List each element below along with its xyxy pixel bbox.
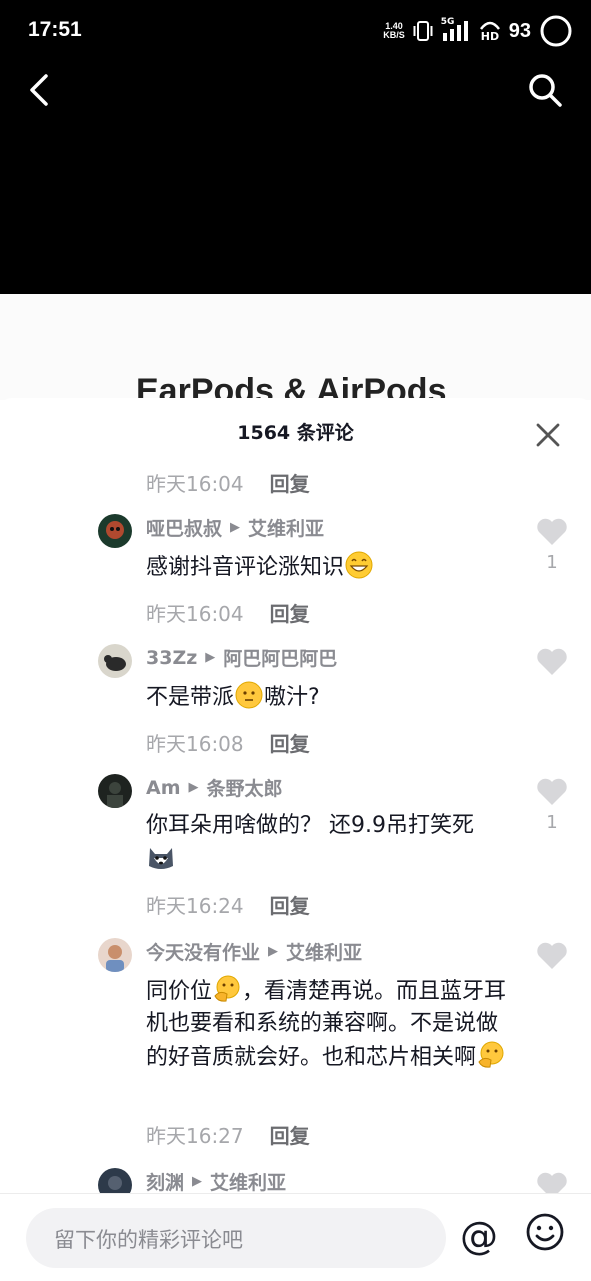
comment-meta: 昨天16:04 回复 [146, 598, 310, 627]
avatar[interactable] [98, 774, 132, 808]
heart-icon [537, 518, 567, 545]
reply-target[interactable]: 阿巴阿巴阿巴 [223, 644, 337, 671]
preview-caption: EarPods & AirPods [136, 372, 447, 400]
comment-names: 刻渊 ▶ 艾维利亚 [146, 1168, 286, 1195]
comments-count-title: 1564 条评论 [237, 422, 354, 444]
reply-target[interactable]: 条野太郎 [207, 774, 283, 801]
reply-button[interactable]: 回复 [270, 1120, 310, 1149]
status-bar: 17:51 1.40 KB/S 5G HD 93 [0, 0, 591, 60]
comment-text: 不是带派 嗷汁? [146, 680, 516, 714]
reply-arrow-icon: ▶ [188, 780, 199, 795]
comment-meta: 昨天16:08 回复 [146, 728, 310, 757]
battery-level: 93 [508, 19, 531, 42]
like-button[interactable] [535, 942, 569, 974]
reply-arrow-icon: ▶ [192, 1174, 203, 1189]
back-arrow-icon[interactable] [22, 72, 58, 108]
comment-text: 同价位 ，看清楚再说。而且蓝牙耳机也要看和系统的兼容啊。不是说做的好音质就会好。也… [146, 974, 516, 1074]
comment-time: 昨天16:04 [146, 602, 244, 626]
comment-text: 你耳朵用啥做的？ 还9.9吊打笑死 [146, 810, 516, 876]
like-button[interactable]: 1 [535, 778, 569, 833]
heart-icon [537, 942, 567, 969]
like-button[interactable] [535, 648, 569, 680]
signal-icon: 5G [441, 17, 471, 43]
video-player[interactable] [0, 60, 591, 294]
comment-item: Am ▶ 条野太郎 你耳朵用啥做的？ 还9.9吊打笑死 昨天16:24 回复 1 [0, 774, 591, 918]
comment-author[interactable]: 今天没有作业 [146, 938, 260, 965]
husky-emoji-icon [149, 848, 173, 869]
avatar[interactable] [98, 938, 132, 972]
reply-target[interactable]: 艾维利亚 [210, 1168, 286, 1195]
comment-time: 昨天16:24 [146, 894, 244, 918]
at-mention-button[interactable]: @ [458, 1216, 500, 1258]
reply-arrow-icon: ▶ [230, 520, 241, 535]
comment-item: 33Zz ▶ 阿巴阿巴阿巴 不是带派 嗷汁? 昨天16:08 回复 [0, 644, 591, 757]
comment-names: Am ▶ 条野太郎 [146, 774, 283, 801]
heart-icon [537, 778, 567, 805]
reply-button[interactable]: 回复 [270, 598, 310, 627]
comment-author[interactable]: 刻渊 [146, 1168, 184, 1195]
emoji-picker-icon[interactable] [525, 1212, 565, 1252]
grin-emoji-icon [345, 551, 373, 579]
comment-input-bar: 留下你的精彩评论吧 @ [0, 1193, 591, 1281]
comment-author[interactable]: 33Zz [146, 647, 197, 669]
close-icon[interactable] [533, 420, 563, 450]
comment-item: 今天没有作业 ▶ 艾维利亚 同价位 ，看清楚再说。而且蓝牙耳机也要看和系统的兼容啊… [0, 938, 591, 1158]
hd-call-icon: HD [479, 19, 501, 43]
comment-input[interactable]: 留下你的精彩评论吧 [26, 1208, 446, 1268]
comment-text: 感谢抖音评论涨知识 [146, 550, 516, 584]
thinking-emoji-icon [214, 975, 240, 1002]
like-count: 1 [546, 552, 558, 573]
comment-item: 哑巴叔叔 ▶ 艾维利亚 感谢抖音评论涨知识 昨天16:04 回复 1 [0, 514, 591, 627]
like-button[interactable]: 1 [535, 518, 569, 573]
reply-button[interactable]: 回复 [270, 468, 310, 497]
vibrate-icon [413, 21, 433, 41]
reply-button[interactable]: 回复 [270, 728, 310, 757]
comment-names: 今天没有作业 ▶ 艾维利亚 [146, 938, 362, 965]
comment-meta: 昨天16:24 回复 [146, 890, 310, 919]
comment-names: 33Zz ▶ 阿巴阿巴阿巴 [146, 644, 337, 671]
comment-time: 昨天16:27 [146, 1124, 244, 1148]
reply-target[interactable]: 艾维利亚 [248, 514, 324, 541]
avatar[interactable] [98, 514, 132, 548]
comment-input-placeholder: 留下你的精彩评论吧 [54, 1228, 243, 1252]
comment-time: 昨天16:08 [146, 732, 244, 756]
avatar[interactable] [98, 644, 132, 678]
network-speed: 1.40 KB/S [383, 21, 405, 40]
reply-button[interactable]: 回复 [270, 890, 310, 919]
face-emoji-icon [235, 681, 263, 709]
thinking-emoji-icon [478, 1041, 504, 1068]
comment-names: 哑巴叔叔 ▶ 艾维利亚 [146, 514, 324, 541]
comments-panel: 1564 条评论 昨天16:04 回复 哑巴叔叔 ▶ 艾维利亚 感谢抖音评论涨知… [0, 398, 591, 1280]
comment-author[interactable]: 哑巴叔叔 [146, 514, 222, 541]
video-preview: EarPods & AirPods [0, 294, 591, 400]
reply-target[interactable]: 艾维利亚 [286, 938, 362, 965]
reply-arrow-icon: ▶ [205, 650, 216, 665]
comment-meta: 昨天16:04 回复 [146, 468, 310, 497]
battery-ring-icon [540, 15, 572, 47]
comment-author[interactable]: Am [146, 777, 181, 799]
comment-meta: 昨天16:27 回复 [146, 1120, 310, 1149]
heart-icon [537, 648, 567, 675]
like-count: 1 [546, 812, 558, 833]
reply-arrow-icon: ▶ [268, 944, 279, 959]
status-time: 17:51 [28, 18, 82, 41]
comment-time: 昨天16:04 [146, 472, 244, 496]
status-icons: 1.40 KB/S 5G HD 93 [383, 14, 573, 48]
search-icon[interactable] [525, 70, 565, 110]
